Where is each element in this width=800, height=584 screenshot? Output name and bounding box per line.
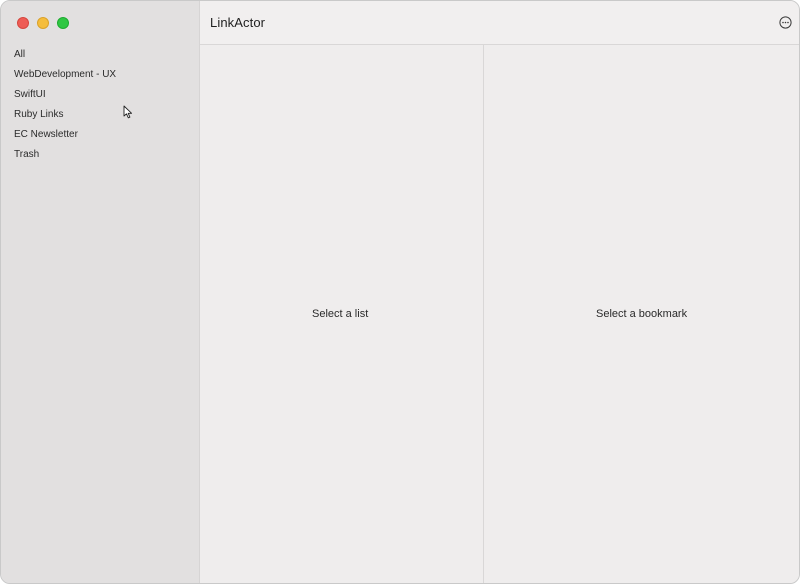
window-title: LinkActor [210, 15, 266, 30]
ellipsis-circle-icon[interactable] [779, 16, 792, 29]
sidebar-item-trash[interactable]: Trash [1, 145, 200, 165]
sidebar-item-label: SwiftUI [14, 89, 46, 100]
detail-placeholder: Select a bookmark [596, 308, 688, 320]
sidebar-item-label: EC Newsletter [14, 129, 78, 140]
sidebar-item-ec-newsletter[interactable]: EC Newsletter [1, 125, 200, 145]
sidebar: All WebDevelopment - UX SwiftUI Ruby Lin… [1, 1, 200, 583]
minimize-window-button[interactable] [37, 17, 49, 29]
sidebar-item-label: Trash [14, 149, 40, 160]
sidebar-item-label: Ruby Links [14, 109, 64, 120]
sidebar-item-label: All [14, 49, 26, 60]
window-controls [17, 17, 69, 29]
list-pane: Select a list [200, 45, 484, 583]
close-window-button[interactable] [17, 17, 29, 29]
sidebar-item-webdevelopment-ux[interactable]: WebDevelopment - UX [1, 65, 200, 85]
sidebar-item-swiftui[interactable]: SwiftUI [1, 85, 200, 105]
app-window: All WebDevelopment - UX SwiftUI Ruby Lin… [0, 0, 800, 584]
sidebar-item-all[interactable]: All [1, 45, 200, 65]
toolbar: LinkActor [200, 1, 799, 45]
sidebar-list: All WebDevelopment - UX SwiftUI Ruby Lin… [1, 45, 200, 165]
sidebar-item-label: WebDevelopment - UX [14, 69, 117, 80]
detail-pane: Select a bookmark [484, 45, 799, 583]
sidebar-item-ruby-links[interactable]: Ruby Links [1, 105, 200, 125]
mouse-pointer-icon [123, 105, 133, 119]
list-placeholder: Select a list [312, 308, 369, 320]
zoom-window-button[interactable] [57, 17, 69, 29]
